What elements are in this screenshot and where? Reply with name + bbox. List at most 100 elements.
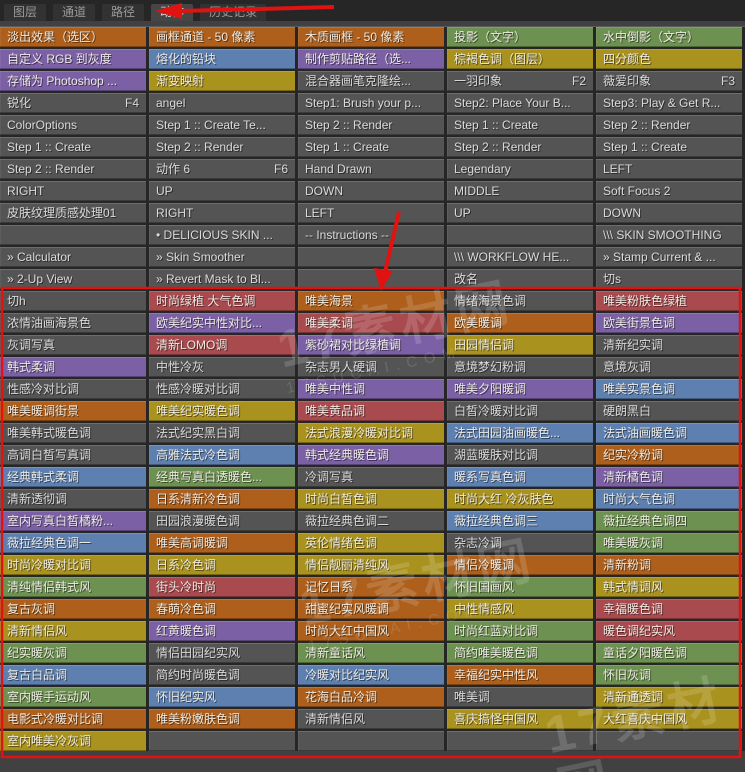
action-button[interactable]: 日系冷色调 bbox=[149, 555, 295, 575]
action-button[interactable]: 锐化 F4 bbox=[0, 93, 146, 113]
action-button[interactable]: 唯美实景色调 bbox=[596, 379, 742, 399]
action-button[interactable]: 一羽印象 F2 bbox=[447, 71, 593, 91]
action-button[interactable]: 唯美韩式暖色调 bbox=[0, 423, 146, 443]
action-button[interactable]: 薇拉经典色调四 bbox=[596, 511, 742, 531]
action-button[interactable]: 简约唯美暖色调 bbox=[447, 643, 593, 663]
action-button[interactable]: 时尚大气色调 bbox=[596, 489, 742, 509]
action-button[interactable]: 唯美粉嫩肤色调 bbox=[149, 709, 295, 729]
action-button[interactable]: 冷暖对比纪实风 bbox=[298, 665, 444, 685]
action-button[interactable]: 春萌冷色调 bbox=[149, 599, 295, 619]
action-button[interactable]: angel bbox=[149, 93, 295, 113]
action-button[interactable]: 制作剪贴路径（选... bbox=[298, 49, 444, 69]
action-button[interactable]: 暖系写真色调 bbox=[447, 467, 593, 487]
action-button[interactable]: 唯美暖调街景 bbox=[0, 401, 146, 421]
action-button[interactable]: 纪实暖灰调 bbox=[0, 643, 146, 663]
action-button[interactable]: 田园情侣调 bbox=[447, 335, 593, 355]
action-button[interactable]: UP bbox=[149, 181, 295, 201]
action-button[interactable]: 薇拉经典色调一 bbox=[0, 533, 146, 553]
action-button[interactable]: 清新橘色调 bbox=[596, 467, 742, 487]
action-button[interactable]: 清新通透调 bbox=[596, 687, 742, 707]
action-button[interactable]: 英伦情绪色调 bbox=[298, 533, 444, 553]
action-button[interactable]: 简约时尚暖色调 bbox=[149, 665, 295, 685]
action-button[interactable]: RIGHT bbox=[0, 181, 146, 201]
action-button[interactable]: 意境灰调 bbox=[596, 357, 742, 377]
action-button[interactable]: 冷调写真 bbox=[298, 467, 444, 487]
action-button-empty[interactable] bbox=[298, 247, 444, 267]
action-button[interactable]: 幸福纪实中性风 bbox=[447, 665, 593, 685]
action-button[interactable]: 经典写真白透暖色... bbox=[149, 467, 295, 487]
action-button[interactable]: 唯美柔调 bbox=[298, 313, 444, 333]
action-button[interactable]: Step 1 :: Create bbox=[298, 137, 444, 157]
action-button[interactable]: 动作 6 F6 bbox=[149, 159, 295, 179]
action-button[interactable]: 韩式经典暖色调 bbox=[298, 445, 444, 465]
action-button[interactable]: Step3: Play & Get R... bbox=[596, 93, 742, 113]
action-button[interactable]: 唯美黄品调 bbox=[298, 401, 444, 421]
action-button[interactable]: 薇爱印象 F3 bbox=[596, 71, 742, 91]
action-button[interactable]: Step 2 :: Render bbox=[447, 137, 593, 157]
action-button[interactable]: 高雅法式冷色调 bbox=[149, 445, 295, 465]
action-button[interactable]: Step 2 :: Render bbox=[298, 115, 444, 135]
action-button[interactable]: 欧美街景色调 bbox=[596, 313, 742, 333]
action-button[interactable]: 水中倒影（文字） bbox=[596, 27, 742, 47]
action-button-empty[interactable] bbox=[447, 731, 593, 751]
action-button[interactable]: 性感冷对比调 bbox=[0, 379, 146, 399]
action-button[interactable]: 复古白品调 bbox=[0, 665, 146, 685]
action-button[interactable]: 唯美纪实暖色调 bbox=[149, 401, 295, 421]
action-button[interactable]: 皮肤纹理质感处理01 bbox=[0, 203, 146, 223]
action-button[interactable]: 棕褐色调（图层） bbox=[447, 49, 593, 69]
action-button[interactable]: 清新情侣风 bbox=[298, 709, 444, 729]
action-button[interactable]: 唯美夕阳暖调 bbox=[447, 379, 593, 399]
action-button[interactable]: 复古灰调 bbox=[0, 599, 146, 619]
action-button[interactable]: 经典韩式柔调 bbox=[0, 467, 146, 487]
action-button-empty[interactable] bbox=[447, 225, 593, 245]
action-button[interactable]: 清新粉调 bbox=[596, 555, 742, 575]
action-button[interactable]: 混合器画笔克隆绘... bbox=[298, 71, 444, 91]
action-button[interactable]: 欧美纪实中性对比... bbox=[149, 313, 295, 333]
action-button[interactable]: 情侣靓丽清纯风 bbox=[298, 555, 444, 575]
action-button[interactable]: 喜庆搞怪中国风 bbox=[447, 709, 593, 729]
action-button[interactable]: Step 2 :: Render bbox=[149, 137, 295, 157]
tab-paths[interactable]: 路径 bbox=[102, 4, 145, 21]
action-button[interactable]: 切s bbox=[596, 269, 742, 289]
action-button[interactable]: » Stamp Current & ... bbox=[596, 247, 742, 267]
action-button[interactable]: 投影（文字） bbox=[447, 27, 593, 47]
action-button[interactable]: 渐变映射 bbox=[149, 71, 295, 91]
action-button[interactable]: 切h bbox=[0, 291, 146, 311]
action-button[interactable]: Step1: Brush your p... bbox=[298, 93, 444, 113]
action-button[interactable]: 杂志男人硬调 bbox=[298, 357, 444, 377]
action-button[interactable]: 室内唯美冷灰调 bbox=[0, 731, 146, 751]
action-button[interactable]: 中性情感风 bbox=[447, 599, 593, 619]
action-button[interactable]: 怀旧灰调 bbox=[596, 665, 742, 685]
action-button[interactable]: 韩式情调风 bbox=[596, 577, 742, 597]
action-button[interactable]: 唯美高调暖调 bbox=[149, 533, 295, 553]
tab-channels[interactable]: 通道 bbox=[53, 4, 96, 21]
action-button[interactable]: 日系清新冷色调 bbox=[149, 489, 295, 509]
action-button[interactable]: 清新透彻调 bbox=[0, 489, 146, 509]
action-button-empty[interactable] bbox=[0, 225, 146, 245]
action-button[interactable]: 薇拉经典色调三 bbox=[447, 511, 593, 531]
action-button[interactable]: 时尚白皙色调 bbox=[298, 489, 444, 509]
action-button[interactable]: 薇拉经典色调二 bbox=[298, 511, 444, 531]
tab-layers[interactable]: 图层 bbox=[4, 4, 47, 21]
action-button[interactable]: 唯美暖灰调 bbox=[596, 533, 742, 553]
action-button[interactable]: • DELICIOUS SKIN ... bbox=[149, 225, 295, 245]
action-button[interactable]: 时尚绿植 大气色调 bbox=[149, 291, 295, 311]
action-button[interactable]: 湖蓝暖肤对比调 bbox=[447, 445, 593, 465]
action-button[interactable]: 画框通道 - 50 像素 bbox=[149, 27, 295, 47]
action-button[interactable]: 韩式柔调 bbox=[0, 357, 146, 377]
action-button[interactable]: 淡出效果（选区） bbox=[0, 27, 146, 47]
action-button[interactable]: -- Instructions -- bbox=[298, 225, 444, 245]
action-button[interactable]: 纪实冷粉调 bbox=[596, 445, 742, 465]
action-button[interactable]: ColorOptions bbox=[0, 115, 146, 135]
action-button[interactable]: » Calculator bbox=[0, 247, 146, 267]
action-button[interactable]: 唯美粉肤色绿植 bbox=[596, 291, 742, 311]
tab-history[interactable]: 历史记录 bbox=[200, 4, 267, 21]
action-button[interactable]: 改名 bbox=[447, 269, 593, 289]
action-button[interactable]: Step2: Place Your B... bbox=[447, 93, 593, 113]
action-button[interactable]: 白皙冷暖对比调 bbox=[447, 401, 593, 421]
action-button[interactable]: \\\ SKIN SMOOTHING bbox=[596, 225, 742, 245]
action-button[interactable]: 清新童话风 bbox=[298, 643, 444, 663]
action-button[interactable]: 情侣冷暖调 bbox=[447, 555, 593, 575]
action-button[interactable]: 情绪海景色调 bbox=[447, 291, 593, 311]
action-button[interactable]: 紫砂裙对比绿植调 bbox=[298, 335, 444, 355]
